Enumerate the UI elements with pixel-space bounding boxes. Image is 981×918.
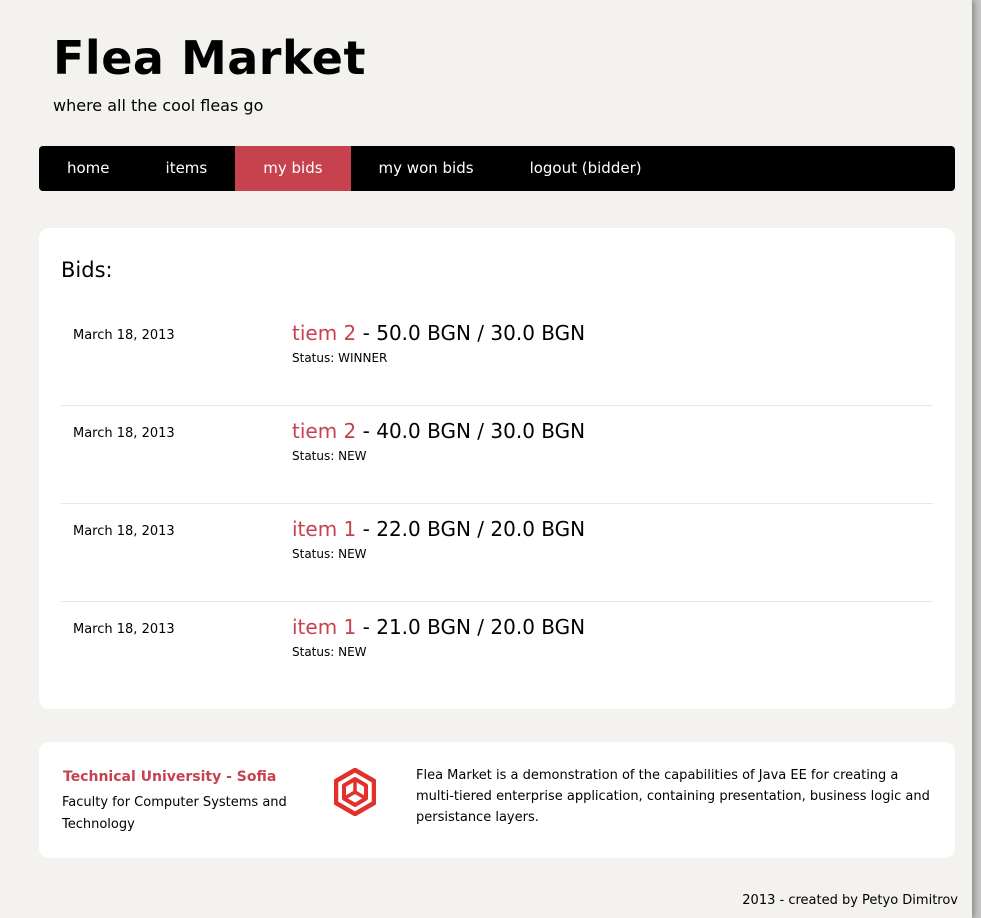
bid-row: March 18, 2013 item 1 - 21.0 BGN / 20.0 … bbox=[61, 602, 933, 699]
footer-description: Flea Market is a demonstration of the ca… bbox=[416, 768, 930, 825]
bid-status: Status: NEW bbox=[292, 547, 367, 561]
bid-date: March 18, 2013 bbox=[73, 426, 175, 441]
bid-date: March 18, 2013 bbox=[73, 328, 175, 343]
page: Flea Market where all the cool fleas go … bbox=[0, 0, 972, 918]
bid-amount: - 21.0 BGN / 20.0 BGN bbox=[356, 615, 586, 639]
bid-summary: tiem 2 - 40.0 BGN / 30.0 BGN bbox=[292, 416, 585, 446]
bid-amount: - 40.0 BGN / 30.0 BGN bbox=[356, 419, 586, 443]
footer-panel: Technical University - Sofia Faculty for… bbox=[39, 742, 955, 858]
bid-summary: item 1 - 21.0 BGN / 20.0 BGN bbox=[292, 612, 585, 642]
bid-status: Status: NEW bbox=[292, 449, 367, 463]
bid-status: Status: NEW bbox=[292, 645, 367, 659]
bids-heading: Bids: bbox=[61, 258, 113, 282]
bid-amount: - 50.0 BGN / 30.0 BGN bbox=[356, 321, 586, 345]
nav-item-items[interactable]: items bbox=[138, 146, 236, 191]
bid-list: March 18, 2013 tiem 2 - 50.0 BGN / 30.0 … bbox=[61, 308, 933, 699]
bid-row: March 18, 2013 tiem 2 - 50.0 BGN / 30.0 … bbox=[61, 308, 933, 406]
faculty-name: Faculty for Computer Systems and Technol… bbox=[62, 795, 287, 832]
site-tagline: where all the cool fleas go bbox=[53, 96, 264, 115]
nav-item-logout[interactable]: logout (bidder) bbox=[502, 146, 670, 191]
bid-item-link[interactable]: tiem 2 bbox=[292, 321, 356, 345]
bid-row: March 18, 2013 tiem 2 - 40.0 BGN / 30.0 … bbox=[61, 406, 933, 504]
main-nav: home items my bids my won bids logout (b… bbox=[39, 146, 955, 191]
bid-summary: item 1 - 22.0 BGN / 20.0 BGN bbox=[292, 514, 585, 544]
bid-status: Status: WINNER bbox=[292, 351, 388, 365]
site-title: Flea Market bbox=[53, 31, 366, 85]
university-name: Technical University - Sofia bbox=[63, 769, 277, 785]
copyright: 2013 - created by Petyo Dimitrov bbox=[742, 893, 958, 908]
bid-row: March 18, 2013 item 1 - 22.0 BGN / 20.0 … bbox=[61, 504, 933, 602]
bid-amount: - 22.0 BGN / 20.0 BGN bbox=[356, 517, 586, 541]
bids-panel: Bids: March 18, 2013 tiem 2 - 50.0 BGN /… bbox=[39, 228, 955, 709]
bid-item-link[interactable]: item 1 bbox=[292, 615, 356, 639]
tu-sofia-logo-icon bbox=[334, 768, 376, 816]
nav-item-my-bids[interactable]: my bids bbox=[235, 146, 351, 191]
bid-date: March 18, 2013 bbox=[73, 622, 175, 637]
bid-summary: tiem 2 - 50.0 BGN / 30.0 BGN bbox=[292, 318, 585, 348]
nav-item-home[interactable]: home bbox=[39, 146, 138, 191]
nav-item-my-won-bids[interactable]: my won bids bbox=[351, 146, 502, 191]
bid-item-link[interactable]: item 1 bbox=[292, 517, 356, 541]
bid-item-link[interactable]: tiem 2 bbox=[292, 419, 356, 443]
bid-date: March 18, 2013 bbox=[73, 524, 175, 539]
